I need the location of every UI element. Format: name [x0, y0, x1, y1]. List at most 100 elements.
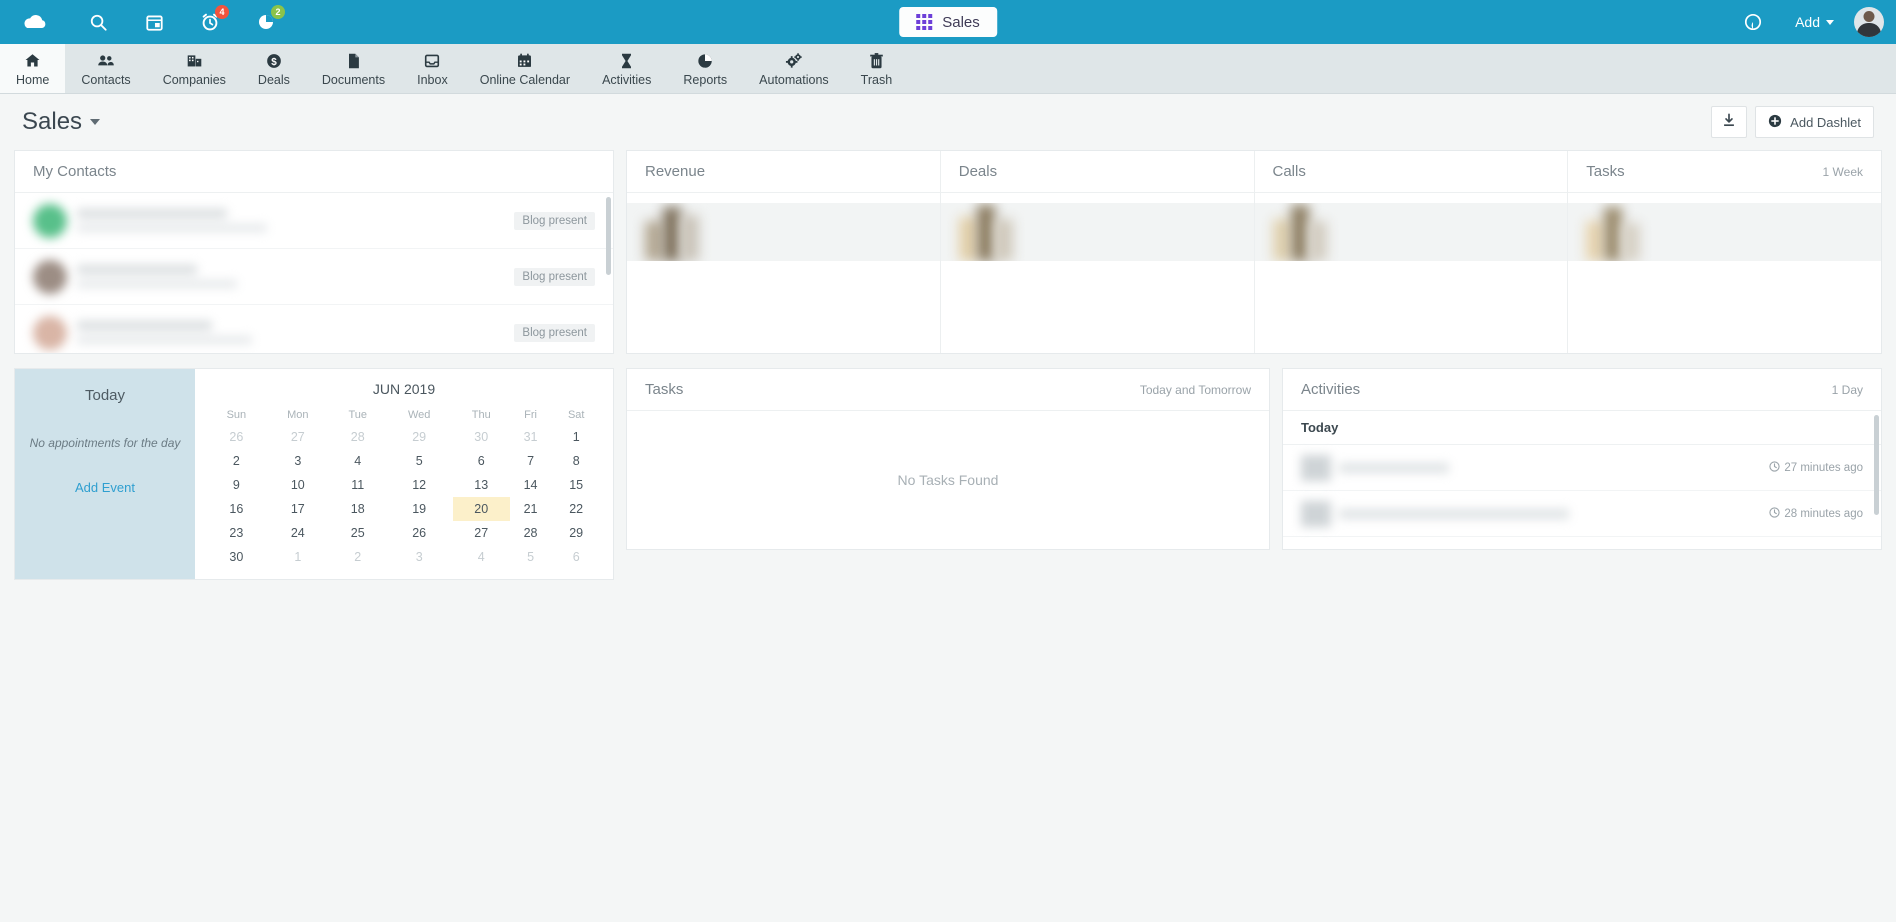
- contacts-list[interactable]: Blog present Blog present Blog present: [15, 193, 613, 353]
- list-item[interactable]: Blog present: [15, 249, 613, 305]
- nav-tab-activities[interactable]: Activities: [586, 44, 667, 93]
- activity-timestamp: 28 minutes ago: [1769, 506, 1863, 521]
- dashlet-title: Tasks: [1586, 163, 1625, 180]
- calendar-day[interactable]: 29: [551, 521, 601, 545]
- calendar-day[interactable]: 2: [330, 545, 386, 569]
- calendar-day[interactable]: 12: [386, 473, 453, 497]
- calendar-day[interactable]: 4: [453, 545, 510, 569]
- nav-tab-online-calendar[interactable]: Online Calendar: [464, 44, 586, 93]
- cloud-logo-icon[interactable]: [0, 0, 70, 44]
- calendar-day[interactable]: 11: [330, 473, 386, 497]
- page-title-text: Sales: [22, 108, 83, 135]
- calendar-day[interactable]: 7: [510, 449, 552, 473]
- scrollbar[interactable]: [606, 197, 611, 275]
- building-icon: [186, 52, 203, 70]
- page-title[interactable]: Sales: [22, 108, 101, 136]
- calendar-day[interactable]: 27: [266, 425, 330, 449]
- calendar-day[interactable]: 6: [551, 545, 601, 569]
- calendar-day[interactable]: 4: [330, 449, 386, 473]
- pie-chart-icon[interactable]: 2: [238, 0, 294, 44]
- dashlet-revenue: Revenue: [627, 151, 941, 353]
- nav-tab-contacts[interactable]: Contacts: [65, 44, 146, 93]
- calendar-day[interactable]: 29: [386, 425, 453, 449]
- list-item[interactable]: Blog present: [15, 305, 613, 353]
- home-icon: [24, 52, 41, 70]
- add-button[interactable]: Add: [1785, 0, 1844, 44]
- calendar-day[interactable]: 5: [510, 545, 552, 569]
- no-appointments-text: No appointments for the day: [29, 436, 181, 450]
- calendar-day[interactable]: 16: [207, 497, 266, 521]
- download-button[interactable]: [1711, 106, 1748, 138]
- calendar-day[interactable]: 6: [453, 449, 510, 473]
- calendar-day[interactable]: 1: [266, 545, 330, 569]
- dashlet-calendar: Today No appointments for the day Add Ev…: [14, 368, 614, 580]
- add-event-link[interactable]: Add Event: [75, 480, 135, 495]
- weekday-label: Wed: [407, 409, 431, 421]
- help-circle-icon[interactable]: [1725, 0, 1781, 44]
- calendar-day[interactable]: 28: [330, 425, 386, 449]
- calendar-day[interactable]: 28: [510, 521, 552, 545]
- calendar-day[interactable]: 14: [510, 473, 552, 497]
- dashlet-tasks-week: Tasks 1 Week: [1568, 151, 1881, 353]
- nav-tab-documents[interactable]: Documents: [306, 44, 401, 93]
- calendar-day[interactable]: 30: [453, 425, 510, 449]
- dashlet-header: My Contacts: [15, 151, 613, 193]
- status-badge: Blog present: [514, 323, 595, 342]
- alarm-clock-icon[interactable]: 4: [182, 0, 238, 44]
- list-item[interactable]: 27 minutes ago: [1283, 445, 1881, 491]
- scrollbar[interactable]: [1874, 415, 1879, 515]
- calendar-day[interactable]: 30: [207, 545, 266, 569]
- calendar-day[interactable]: 31: [510, 425, 552, 449]
- calendar-day[interactable]: 21: [510, 497, 552, 521]
- people-icon: [97, 52, 115, 70]
- calendar-day[interactable]: 23: [207, 521, 266, 545]
- nav-tab-deals[interactable]: $ Deals: [242, 44, 306, 93]
- calendar-day[interactable]: 9: [207, 473, 266, 497]
- contact-name-blurred: [77, 265, 277, 288]
- activities-list[interactable]: Today 27 minutes ago 28 minutes ago: [1283, 411, 1881, 549]
- nav-tab-home[interactable]: Home: [0, 44, 66, 93]
- calendar-day[interactable]: 25: [330, 521, 386, 545]
- avatar[interactable]: [1854, 7, 1884, 37]
- plus-circle-icon: [1768, 114, 1782, 131]
- calendar-day[interactable]: 1: [551, 425, 601, 449]
- calendar-day[interactable]: 5: [386, 449, 453, 473]
- calendar-day[interactable]: 8: [551, 449, 601, 473]
- nav-tab-reports[interactable]: Reports: [667, 44, 743, 93]
- inbox-icon: [423, 52, 441, 70]
- calendar-day[interactable]: 24: [266, 521, 330, 545]
- calendar-day[interactable]: 19: [386, 497, 453, 521]
- nav-tab-trash[interactable]: Trash: [845, 44, 909, 93]
- nav-tab-inbox[interactable]: Inbox: [401, 44, 464, 93]
- nav-tab-automations[interactable]: Automations: [743, 44, 844, 93]
- dashlet-title: Calls: [1272, 163, 1306, 180]
- calendar-day[interactable]: 3: [386, 545, 453, 569]
- app-switcher-sales[interactable]: Sales: [899, 7, 997, 37]
- list-item[interactable]: Blog present: [15, 193, 613, 249]
- dashlet-my-contacts: My Contacts Blog present Blog present Bl…: [14, 150, 614, 354]
- calendar-day[interactable]: 22: [551, 497, 601, 521]
- calendar-day[interactable]: 3: [266, 449, 330, 473]
- calendar-icon[interactable]: [126, 0, 182, 44]
- calendar-day[interactable]: 26: [386, 521, 453, 545]
- clock-icon: [1769, 460, 1780, 475]
- activities-group-label: Today: [1283, 411, 1881, 445]
- nav-tab-companies[interactable]: Companies: [147, 44, 242, 93]
- calendar-day[interactable]: 10: [266, 473, 330, 497]
- calendar-day[interactable]: 2: [207, 449, 266, 473]
- calendar-day[interactable]: 18: [330, 497, 386, 521]
- top-bar: 4 2 Sales Add: [0, 0, 1896, 44]
- calendar-day[interactable]: 17: [266, 497, 330, 521]
- search-icon[interactable]: [70, 0, 126, 44]
- list-item[interactable]: 28 minutes ago: [1283, 491, 1881, 537]
- calendar-day[interactable]: 26: [207, 425, 266, 449]
- add-dashlet-button[interactable]: Add Dashlet: [1755, 106, 1874, 138]
- calendar-day[interactable]: 27: [453, 521, 510, 545]
- dashlet-activities: Activities 1 Day Today 27 minutes ago 28…: [1282, 368, 1882, 550]
- calendar-day-today[interactable]: 20: [452, 497, 510, 521]
- weekday-label: Thu: [471, 409, 491, 421]
- calendar-day[interactable]: 13: [453, 473, 510, 497]
- nav-label: Deals: [257, 72, 290, 87]
- dashlet-title: Deals: [958, 163, 998, 180]
- calendar-day[interactable]: 15: [551, 473, 601, 497]
